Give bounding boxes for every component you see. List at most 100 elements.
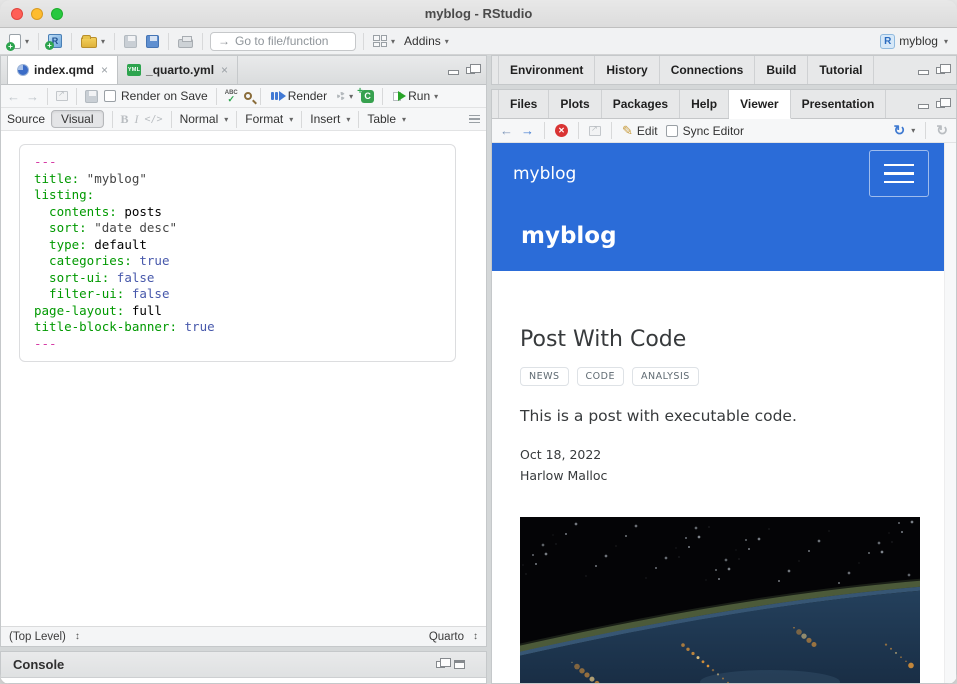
sync-button[interactable]: ↻ ▾ bbox=[894, 122, 916, 139]
hamburger-menu-button[interactable] bbox=[869, 150, 929, 197]
format-menu[interactable]: Format ▾ bbox=[245, 112, 293, 126]
right-column: EnvironmentHistoryConnectionsBuildTutori… bbox=[491, 55, 957, 684]
tab-history[interactable]: History bbox=[595, 56, 659, 84]
tab-files[interactable]: Files bbox=[498, 90, 549, 118]
toolbar-separator bbox=[216, 88, 217, 105]
pane-window-controls bbox=[918, 90, 956, 118]
viewer-popout-icon[interactable] bbox=[589, 126, 601, 136]
tag-news[interactable]: NEWS bbox=[520, 367, 569, 386]
render-on-save-checkbox[interactable] bbox=[104, 90, 116, 102]
new-project-button[interactable]: R+ bbox=[46, 33, 64, 49]
tab-build[interactable]: Build bbox=[755, 56, 808, 84]
tab-viewer[interactable]: Viewer bbox=[729, 90, 790, 119]
left-column: index.qmd × YML _quarto.yml × ← bbox=[0, 55, 487, 684]
tab-connections[interactable]: Connections bbox=[660, 56, 756, 84]
edit-button[interactable]: ✎ Edit bbox=[622, 123, 658, 139]
goto-file-input[interactable] bbox=[235, 34, 348, 48]
viewer-forward-icon[interactable]: → bbox=[521, 123, 534, 138]
find-replace-icon[interactable] bbox=[244, 92, 252, 100]
post-title[interactable]: Post With Code bbox=[520, 327, 944, 352]
project-menu[interactable]: R myblog ▾ bbox=[878, 33, 950, 50]
addins-caret-icon: ▾ bbox=[445, 37, 449, 46]
save-document-icon[interactable] bbox=[85, 90, 98, 103]
save-all-button[interactable] bbox=[144, 34, 161, 49]
maximize-pane-icon[interactable] bbox=[454, 660, 465, 669]
open-file-caret-icon: ▾ bbox=[101, 37, 105, 46]
tab-quarto-yml[interactable]: YML _quarto.yml × bbox=[118, 56, 238, 84]
insert-chunk-icon[interactable]: C bbox=[361, 90, 374, 103]
edit-label: Edit bbox=[637, 124, 658, 138]
yaml-code-block[interactable]: ---title: "myblog"listing: contents: pos… bbox=[19, 144, 456, 362]
table-menu[interactable]: Table ▾ bbox=[367, 112, 406, 126]
save-button[interactable] bbox=[122, 34, 139, 49]
goto-file-search[interactable]: → bbox=[210, 32, 356, 51]
tag-code[interactable]: CODE bbox=[577, 367, 624, 386]
maximize-pane-icon[interactable] bbox=[936, 67, 945, 74]
tab-index-qmd[interactable]: index.qmd × bbox=[7, 56, 118, 84]
main-toolbar: + ▾ R+ ▾ → ▾ bbox=[0, 28, 957, 55]
source-mode-button[interactable]: Source bbox=[7, 112, 45, 126]
scope-selector[interactable]: (Top Level) ↕ bbox=[9, 631, 80, 643]
print-button[interactable] bbox=[176, 34, 195, 49]
italic-button[interactable]: I bbox=[135, 112, 139, 127]
toolbar-separator bbox=[301, 111, 302, 128]
minimize-pane-icon[interactable] bbox=[918, 104, 929, 109]
editor-statusbar: (Top Level) ↕ Quarto ↕ bbox=[1, 626, 486, 646]
minimize-pane-icon[interactable] bbox=[448, 70, 459, 75]
spellcheck-icon[interactable]: ABC✓ bbox=[225, 90, 238, 102]
post-thumbnail[interactable] bbox=[520, 517, 920, 683]
pane-layout-caret-icon: ▾ bbox=[391, 37, 395, 46]
addins-menu[interactable]: Addins ▾ bbox=[402, 33, 451, 49]
minimize-pane-icon[interactable] bbox=[918, 70, 929, 75]
pane-layout-button[interactable]: ▾ bbox=[371, 34, 397, 48]
code-line: sort-ui: false bbox=[34, 270, 441, 287]
toolbar-separator bbox=[71, 33, 72, 50]
render-settings-button[interactable]: ▾ bbox=[335, 91, 355, 102]
gear-icon bbox=[337, 92, 345, 100]
console-header[interactable]: Console bbox=[1, 652, 486, 678]
bold-button[interactable]: B bbox=[121, 112, 129, 127]
viewer-scrollbar[interactable] bbox=[944, 143, 956, 683]
stop-icon[interactable]: ✕ bbox=[555, 124, 568, 137]
close-tab-icon[interactable]: × bbox=[221, 63, 228, 77]
toolbar-separator bbox=[578, 122, 579, 139]
tab-help[interactable]: Help bbox=[680, 90, 729, 118]
toolbar-separator bbox=[544, 122, 545, 139]
post-listing: Post With Code NEWSCODEANALYSIS This is … bbox=[492, 271, 944, 683]
maximize-pane-icon[interactable] bbox=[466, 67, 475, 74]
tab-packages[interactable]: Packages bbox=[602, 90, 680, 118]
tab-tutorial[interactable]: Tutorial bbox=[808, 56, 874, 84]
editor-run-toolbar: ← → Render on Save ABC✓ bbox=[1, 85, 486, 108]
viewer-back-icon[interactable]: ← bbox=[500, 123, 513, 138]
toolbar-separator bbox=[76, 88, 77, 105]
open-file-button[interactable]: ▾ bbox=[79, 33, 107, 49]
maximize-pane-icon[interactable] bbox=[936, 101, 945, 108]
visual-editor-body[interactable]: ---title: "myblog"listing: contents: pos… bbox=[1, 131, 486, 626]
code-line: title: "myblog" bbox=[34, 171, 441, 188]
tab-presentation[interactable]: Presentation bbox=[791, 90, 887, 118]
new-file-button[interactable]: + ▾ bbox=[7, 33, 31, 50]
paragraph-style-menu[interactable]: Normal ▾ bbox=[180, 112, 229, 126]
render-button[interactable]: Render bbox=[269, 88, 329, 104]
insert-menu[interactable]: Insert ▾ bbox=[310, 112, 350, 126]
tag-analysis[interactable]: ANALYSIS bbox=[632, 367, 699, 386]
open-new-window-icon[interactable] bbox=[56, 91, 68, 101]
run-button[interactable]: Run ▾ bbox=[391, 88, 440, 104]
tab-plots[interactable]: Plots bbox=[549, 90, 601, 118]
nav-forward-icon[interactable]: → bbox=[26, 89, 39, 104]
filetype-selector[interactable]: Quarto ↕ bbox=[429, 631, 478, 643]
sync-editor-checkbox[interactable] bbox=[666, 125, 678, 137]
print-icon bbox=[178, 39, 193, 48]
post-tags: NEWS CODE ANALYSIS bbox=[520, 367, 944, 386]
insert-menu-label: Insert bbox=[310, 112, 340, 126]
nav-back-icon[interactable]: ← bbox=[7, 89, 20, 104]
visual-mode-button[interactable]: Visual bbox=[51, 110, 103, 128]
restore-pane-icon[interactable] bbox=[436, 661, 445, 668]
code-button[interactable]: </> bbox=[145, 114, 163, 125]
close-tab-icon[interactable]: × bbox=[101, 63, 108, 77]
tab-environment[interactable]: Environment bbox=[498, 56, 595, 84]
refresh-icon[interactable]: ↻ bbox=[936, 122, 948, 139]
more-options-icon[interactable] bbox=[469, 115, 480, 124]
doc-tab-label: index.qmd bbox=[34, 63, 94, 77]
site-nav-title[interactable]: myblog bbox=[513, 164, 576, 184]
